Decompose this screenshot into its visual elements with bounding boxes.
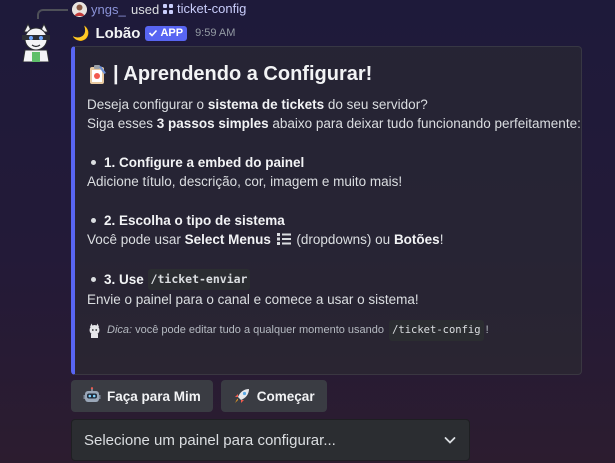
panel-select-placeholder: Selecione um painel para configurar... [84,431,336,449]
rocket-icon [234,389,249,403]
reply-username[interactable]: yngs_ [91,2,126,17]
bot-avatar[interactable] [16,22,56,63]
mascot-icon [89,323,100,338]
reply-spine [37,9,68,19]
step-2-heading: 2. Escolha o tipo de sistema [87,211,567,230]
step-3-heading: 3. Use /ticket-enviar [87,269,567,290]
reply-used-text: used [131,2,160,17]
step-1-text: Adicione título, descrição, cor, imagem … [87,174,403,189]
do-it-for-me-label: Faça para Mim [107,388,201,404]
tip-text: você pode editar tudo a qualquer momento… [132,323,388,336]
tip-code: /ticket-config [389,319,484,341]
step-3-text: Envie o painel para o canal e comece a u… [87,292,419,307]
reply-command[interactable]: ticket-config [163,1,246,16]
moon-icon: 🌙 [72,24,90,41]
start-label: Começar [256,388,315,404]
app-badge: APP [145,25,188,41]
list-icon [276,233,291,245]
robot-icon [83,387,101,402]
reply-avatar[interactable] [72,2,87,17]
step-2-text: Você pode usar Select Menus (dropdowns) … [87,232,444,247]
slash-command-icon [163,3,173,14]
tip-line: Dica: você pode editar tudo a qualquer m… [87,319,567,341]
ticket-enviar-code: /ticket-enviar [147,269,251,290]
reply-context[interactable]: yngs_ used ticket-config [0,0,615,20]
message-header: 🌙 Lobão APP 9:59 AM [72,24,235,42]
panel-select[interactable]: Selecione um painel para configurar... [71,419,470,461]
embed-title-text: | Aprendendo a Configurar! [113,62,373,85]
author-name[interactable]: Lobão [95,25,140,42]
tip-suffix: ! [485,323,489,336]
timestamp[interactable]: 9:59 AM [195,27,235,39]
embed-title: | Aprendendo a Configurar! [87,61,567,87]
chevron-down-icon [444,437,456,444]
clipboard-tool-icon [90,65,106,84]
start-button[interactable]: Começar [220,380,327,412]
app-badge-label: APP [160,27,184,39]
embed-card: | Aprendendo a Configurar! Deseja config… [71,46,582,375]
reply-command-name: ticket-config [177,1,247,16]
tip-label: Dica: [107,323,133,336]
step-1-heading: 1. Configure a embed do painel [87,153,567,172]
verified-check-icon [149,29,158,37]
intro-line-1: Deseja configurar o sistema de tickets d… [87,97,428,112]
do-it-for-me-button[interactable]: Faça para Mim [71,380,213,412]
action-row: Faça para Mim Começar [71,380,327,412]
embed-body: Deseja configurar o sistema de tickets d… [87,95,581,341]
intro-line-2: Siga esses 3 passos simples abaixo para … [87,116,581,131]
